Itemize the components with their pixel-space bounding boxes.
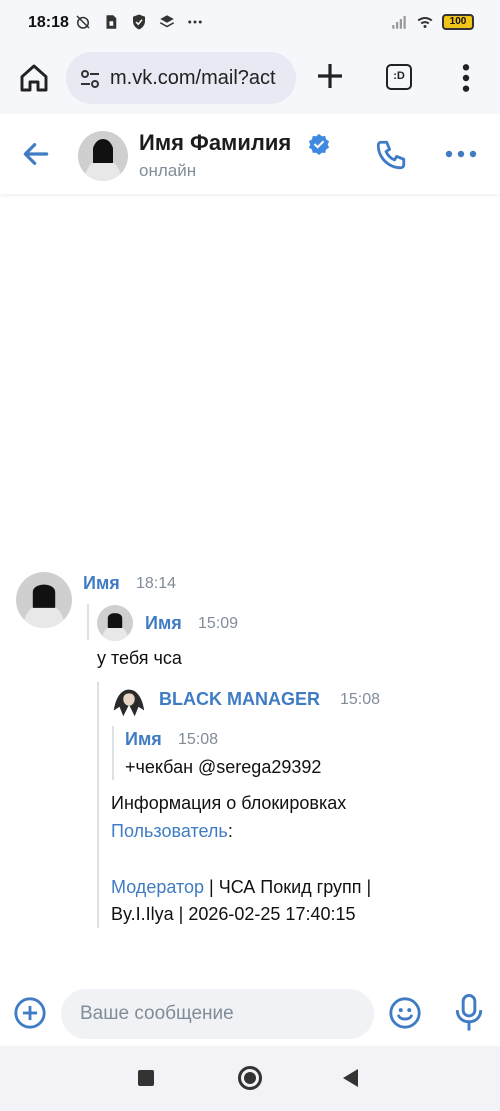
more-dots-icon <box>188 20 202 24</box>
shield-icon <box>133 14 145 30</box>
moderator-suffix: | ЧСА Покид групп | <box>204 877 372 897</box>
forward-divider <box>87 604 89 640</box>
forward-avatar[interactable] <box>97 605 133 641</box>
forward-sender[interactable]: Имя <box>145 613 182 634</box>
chat-header: Имя Фамилия онлайн <box>0 114 500 194</box>
user-suffix: : <box>227 821 233 841</box>
forward-time: 15:08 <box>340 691 381 708</box>
block-user-line: Пользователь: <box>111 821 233 842</box>
status-time: 18:18 <box>28 14 69 31</box>
sim-icon <box>106 15 117 29</box>
wifi-icon <box>417 16 433 28</box>
message-input[interactable] <box>61 989 374 1039</box>
back-arrow-icon[interactable] <box>20 138 52 170</box>
forward-text: +чекбан @serega29392 <box>125 757 322 777</box>
online-status: онлайн <box>139 161 197 180</box>
browser-toolbar: m.vk.com/mail?act :D <box>0 46 500 114</box>
attach-plus-icon[interactable] <box>13 996 47 1030</box>
chat-title[interactable]: Имя Фамилия <box>139 130 291 156</box>
status-icons-right: 100 <box>390 13 474 31</box>
forward-sender[interactable]: Имя <box>125 729 162 750</box>
more-options-icon[interactable] <box>444 144 478 164</box>
emoji-icon[interactable] <box>388 996 422 1030</box>
message-sender[interactable]: Имя <box>83 573 120 594</box>
moderator-link[interactable]: Модератор <box>111 877 204 897</box>
block-by-line: By.I.Ilya | 2026-02-25 17:40:15 <box>111 904 356 924</box>
back-nav-icon[interactable] <box>343 1069 358 1087</box>
avatar[interactable] <box>78 131 128 181</box>
message-composer <box>0 982 500 1046</box>
phone-icon[interactable] <box>374 138 408 172</box>
battery-icon: 100 <box>442 14 474 30</box>
forward-sender[interactable]: BLACK MANAGER <box>159 689 320 710</box>
forward-divider <box>97 682 99 928</box>
signal-icon <box>392 16 406 29</box>
microphone-icon[interactable] <box>454 994 484 1032</box>
status-bar: 18:18 100 <box>0 0 500 46</box>
home-icon[interactable] <box>18 62 50 94</box>
status-icons-left <box>74 13 204 31</box>
block-moderator-line: Модератор | ЧСА Покид групп | <box>111 877 371 898</box>
message-avatar[interactable] <box>16 572 72 628</box>
black-manager-avatar[interactable] <box>110 682 148 720</box>
browser-menu-icon[interactable] <box>456 62 476 94</box>
recent-apps-icon[interactable] <box>138 1070 154 1086</box>
system-nav-bar <box>0 1046 500 1111</box>
alarm-off-icon <box>76 15 90 29</box>
tabs-button[interactable]: :D <box>386 64 412 90</box>
url-text[interactable]: m.vk.com/mail?act <box>110 67 276 90</box>
forward-text: у тебя чса <box>97 648 182 668</box>
address-bar[interactable]: m.vk.com/mail?act <box>66 52 296 104</box>
site-settings-icon[interactable] <box>78 67 102 91</box>
layers-icon <box>159 15 175 28</box>
forward-time: 15:08 <box>178 731 219 748</box>
message-time: 18:14 <box>136 575 177 592</box>
verified-badge-icon <box>308 133 330 155</box>
user-link[interactable]: Пользователь <box>111 821 228 841</box>
forward-divider <box>112 726 114 780</box>
block-info-title: Информация о блокировках <box>111 793 347 813</box>
home-nav-icon[interactable] <box>238 1066 262 1090</box>
forward-time: 15:09 <box>198 615 239 632</box>
new-tab-icon[interactable] <box>314 60 346 92</box>
